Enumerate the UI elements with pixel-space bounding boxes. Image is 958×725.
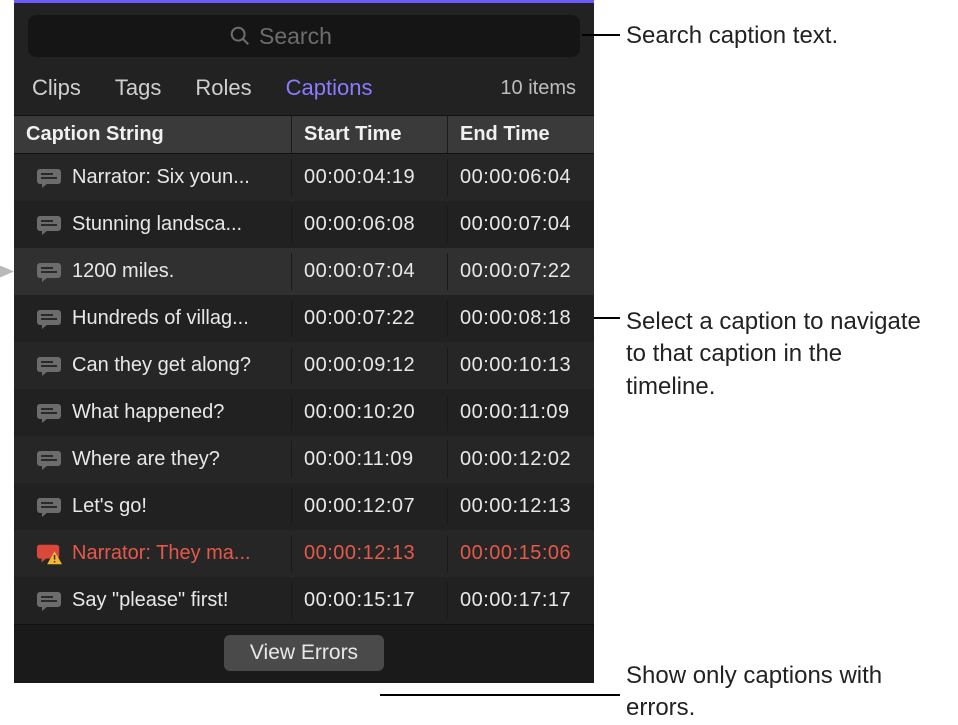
caption-icon (36, 168, 62, 188)
end-time: 00:00:07:04 (460, 213, 571, 235)
start-time: 00:00:10:20 (304, 401, 415, 423)
caption-text: Can they get along? (72, 354, 251, 377)
start-time: 00:00:15:17 (304, 589, 415, 611)
callout-line (582, 34, 620, 36)
end-time: 00:00:08:18 (460, 307, 571, 329)
end-time: 00:00:15:06 (460, 542, 571, 564)
table-header: Caption String Start Time End Time (14, 115, 594, 154)
end-time: 00:00:17:17 (460, 589, 571, 611)
start-time: 00:00:07:04 (304, 260, 415, 282)
end-time: 00:00:11:09 (460, 401, 570, 423)
table-row[interactable]: Let's go! 00:00:12:07 00:00:12:13 (14, 483, 594, 530)
caption-rows: Narrator: Six youn... 00:00:04:19 00:00:… (14, 154, 594, 624)
table-row[interactable]: 1200 miles. 00:00:07:04 00:00:07:22 (14, 248, 594, 295)
start-time: 00:00:12:07 (304, 495, 415, 517)
search-bar[interactable] (28, 15, 580, 57)
col-header-caption[interactable]: Caption String (14, 116, 292, 153)
callout-line (380, 694, 620, 696)
start-time: 00:00:06:08 (304, 213, 415, 235)
start-time: 00:00:07:22 (304, 307, 415, 329)
callout-search: Search caption text. (626, 20, 838, 52)
end-time: 00:00:12:02 (460, 448, 571, 470)
panel-footer: View Errors (14, 624, 594, 683)
caption-icon (36, 450, 62, 470)
view-errors-button[interactable]: View Errors (224, 635, 384, 671)
tabs-row: Clips Tags Roles Captions 10 items (14, 69, 594, 115)
tab-captions[interactable]: Captions (286, 75, 373, 101)
callout-line (594, 317, 620, 319)
start-time: 00:00:04:19 (304, 166, 415, 188)
table-row[interactable]: Narrator: They ma... 00:00:12:13 00:00:1… (14, 530, 594, 577)
table-row[interactable]: Narrator: Six youn... 00:00:04:19 00:00:… (14, 154, 594, 201)
tab-tags[interactable]: Tags (115, 75, 161, 101)
col-header-end[interactable]: End Time (448, 116, 594, 153)
table-row[interactable]: Hundreds of villag... 00:00:07:22 00:00:… (14, 295, 594, 342)
caption-text: What happened? (72, 401, 224, 424)
start-time: 00:00:12:13 (304, 542, 415, 564)
caption-text: Narrator: They ma... (72, 542, 251, 565)
caption-text: Hundreds of villag... (72, 307, 249, 330)
caption-text: Let's go! (72, 495, 147, 518)
search-input[interactable] (259, 23, 379, 50)
caption-icon (36, 591, 62, 611)
end-time: 00:00:12:13 (460, 495, 571, 517)
caption-text: Say "please" first! (72, 589, 228, 612)
captions-panel: Clips Tags Roles Captions 10 items Capti… (14, 0, 594, 683)
end-time: 00:00:10:13 (460, 354, 571, 376)
table-row[interactable]: What happened? 00:00:10:20 00:00:11:09 (14, 389, 594, 436)
start-time: 00:00:09:12 (304, 354, 415, 376)
caption-icon (36, 356, 62, 376)
col-header-start[interactable]: Start Time (292, 116, 448, 153)
caption-icon (36, 215, 62, 235)
table-row[interactable]: Can they get along? 00:00:09:12 00:00:10… (14, 342, 594, 389)
search-icon (229, 25, 251, 47)
tab-clips[interactable]: Clips (32, 75, 81, 101)
end-time: 00:00:07:22 (460, 260, 571, 282)
table-row[interactable]: Stunning landsca... 00:00:06:08 00:00:07… (14, 201, 594, 248)
caption-icon (36, 403, 62, 423)
callout-select: Select a caption to navigate to that cap… (626, 306, 936, 403)
tab-roles[interactable]: Roles (195, 75, 251, 101)
caption-icon (36, 262, 62, 282)
caption-icon (36, 497, 62, 517)
caption-icon (36, 309, 62, 329)
end-time: 00:00:06:04 (460, 166, 571, 188)
table-row[interactable]: Where are they? 00:00:11:09 00:00:12:02 (14, 436, 594, 483)
table-row[interactable]: Say "please" first! 00:00:15:17 00:00:17… (14, 577, 594, 624)
start-time: 00:00:11:09 (304, 448, 414, 470)
caption-text: Where are they? (72, 448, 220, 471)
caption-error-icon (36, 544, 62, 564)
items-count: 10 items (500, 77, 576, 100)
caption-text: 1200 miles. (72, 260, 174, 283)
caption-text: Narrator: Six youn... (72, 166, 250, 189)
caption-text: Stunning landsca... (72, 213, 242, 236)
callout-errors: Show only captions with errors. (626, 660, 936, 725)
